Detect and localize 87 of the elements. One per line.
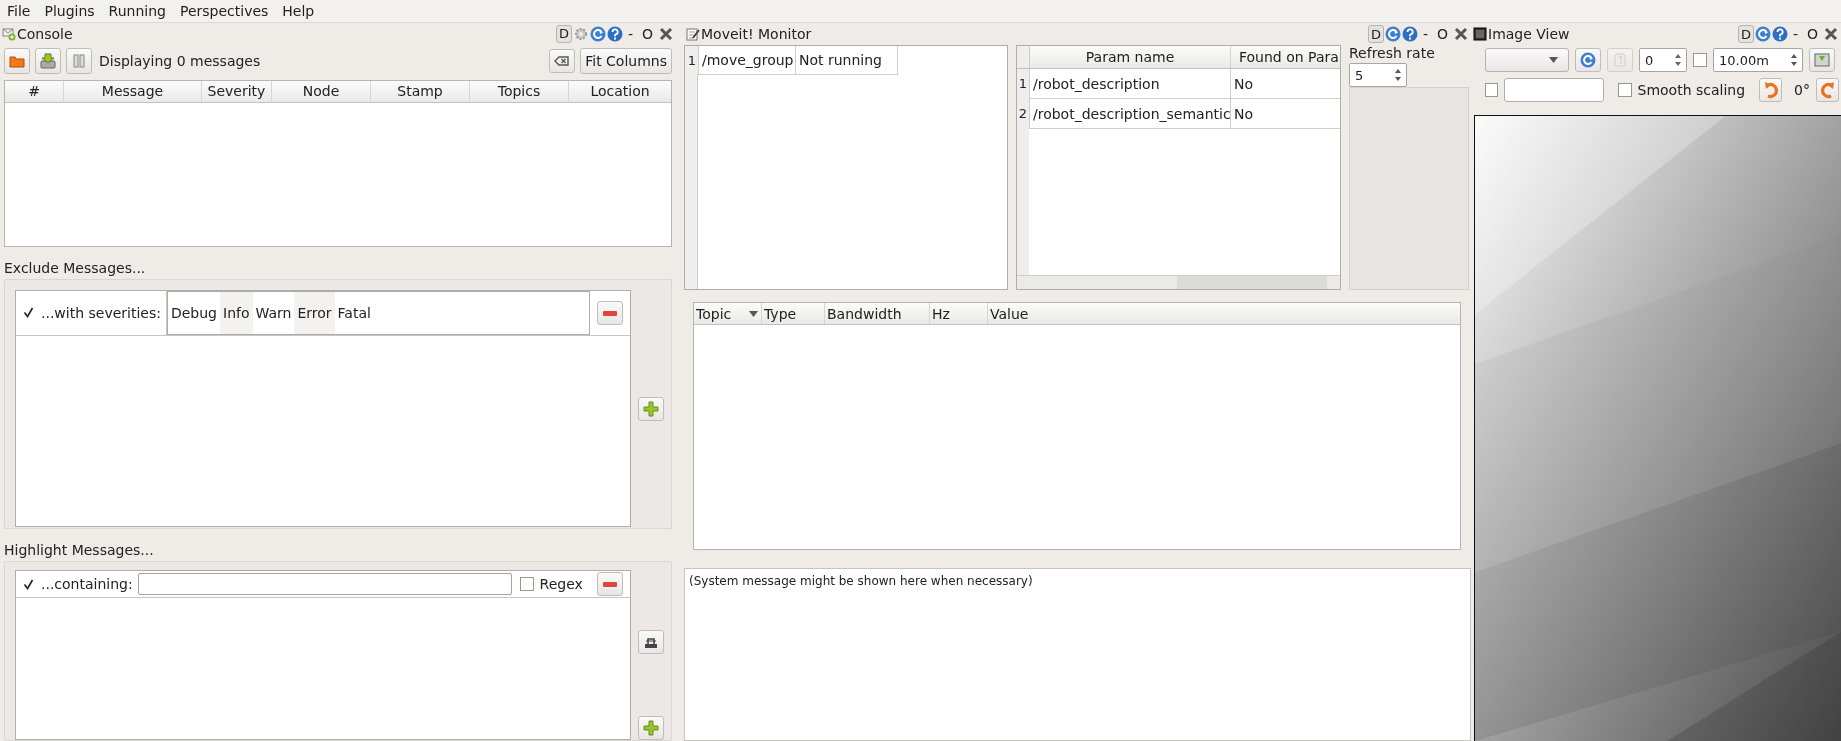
row-number: 1 — [1017, 69, 1030, 98]
spin-box[interactable]: 5 — [1349, 63, 1407, 87]
checkbox[interactable] — [1485, 83, 1498, 97]
minimize-button[interactable]: - — [623, 25, 637, 42]
plus-icon[interactable] — [642, 399, 660, 418]
column-header[interactable]: Bandwidth — [825, 303, 930, 324]
text-field[interactable] — [137, 573, 512, 595]
severity-item[interactable]: Debug — [167, 291, 220, 334]
spin-box[interactable]: 10.00m — [1713, 48, 1803, 72]
close-icon[interactable] — [658, 25, 674, 42]
column-header[interactable]: Message — [64, 80, 202, 102]
column-header[interactable]: Node — [272, 80, 371, 102]
fit-columns-button[interactable]: Fit Columns — [580, 47, 672, 74]
menu-item[interactable]: Running — [103, 2, 171, 20]
image-icon — [1473, 27, 1487, 41]
checkbox[interactable] — [1693, 53, 1707, 67]
menu-item[interactable]: File — [2, 2, 36, 20]
pause-icon[interactable] — [70, 51, 88, 70]
row-number: 1 — [686, 46, 699, 74]
column-header[interactable]: Type — [762, 303, 825, 324]
dock-button[interactable]: D — [1737, 25, 1754, 43]
help-icon[interactable] — [606, 25, 623, 42]
severity-item[interactable]: Fatal — [334, 291, 374, 334]
column-header[interactable]: Hz — [930, 303, 988, 324]
float-button[interactable]: O — [637, 25, 657, 42]
dock-button[interactable]: D — [555, 24, 572, 43]
filter-label: ...with severities: — [41, 304, 161, 321]
help-icon[interactable] — [1401, 26, 1418, 42]
filter-label: ...containing: — [41, 576, 133, 592]
panel-title: Moveit! Monitor — [701, 26, 812, 42]
refresh-icon[interactable] — [1384, 26, 1401, 42]
save-image-icon[interactable] — [1813, 51, 1831, 69]
table-cell-text: No — [1233, 74, 1255, 94]
column-header[interactable]: Topics — [470, 80, 569, 102]
scrollbar[interactable] — [1017, 275, 1340, 289]
regex-label: Regex — [539, 576, 583, 592]
section-title: Exclude Messages... — [3, 258, 147, 278]
refresh-label: Refresh rate — [1349, 45, 1436, 61]
column-header[interactable]: Topic — [694, 303, 762, 324]
dropdown-caret-icon — [1549, 57, 1558, 63]
settings-icon[interactable] — [572, 25, 589, 42]
rotation-label: 0° — [1794, 82, 1810, 98]
panel-title: Image View — [1488, 26, 1570, 42]
column-header[interactable]: Severity — [202, 80, 272, 102]
float-button[interactable]: O — [1802, 26, 1822, 42]
column-header[interactable]: Value — [988, 303, 1460, 324]
help-icon[interactable] — [1771, 26, 1788, 42]
checkbox[interactable] — [519, 577, 534, 591]
column-header[interactable]: Param name — [1030, 46, 1231, 68]
table-cell: /robot_description — [1030, 69, 1231, 98]
minimize-button[interactable]: - — [1418, 26, 1432, 42]
refresh-icon[interactable] — [1754, 26, 1771, 42]
spin-box[interactable]: 0 — [1639, 48, 1687, 72]
column-header[interactable]: Found on Para — [1231, 46, 1340, 68]
menu-item[interactable]: Help — [277, 2, 320, 20]
menu-item[interactable]: Plugins — [39, 2, 100, 20]
table-cell: /robot_description_semantic — [1030, 99, 1231, 128]
menu-item[interactable]: Perspectives — [174, 2, 274, 20]
plus-icon[interactable] — [642, 719, 660, 737]
dock-button[interactable]: D — [1367, 25, 1384, 43]
save-icon[interactable] — [39, 51, 57, 70]
row-number: 2 — [1017, 99, 1030, 128]
panel-title: Console — [17, 25, 73, 42]
close-icon[interactable] — [1823, 26, 1839, 42]
table-cell-text: No — [1233, 104, 1255, 124]
severity-item[interactable]: Error — [294, 291, 335, 334]
severity-item[interactable]: Warn — [252, 291, 295, 334]
console-icon — [2, 26, 16, 41]
checkbox[interactable] — [1617, 83, 1632, 97]
column-header[interactable]: Stamp — [371, 80, 470, 102]
close-icon[interactable] — [1453, 26, 1469, 42]
refresh-icon[interactable] — [1579, 51, 1597, 69]
status-text: Displaying 0 messages — [99, 52, 261, 69]
section-title: Highlight Messages... — [3, 541, 155, 561]
rotate-icon[interactable] — [1818, 81, 1837, 99]
table-cell: /move_group — [699, 46, 796, 74]
column-header[interactable]: # — [5, 80, 64, 102]
float-button[interactable]: O — [1432, 26, 1452, 42]
refresh-icon[interactable] — [589, 25, 606, 42]
severity-item[interactable]: Info — [220, 291, 253, 334]
text-field[interactable] — [1503, 78, 1604, 102]
table-cell: Not running — [796, 46, 898, 74]
edit-icon — [686, 27, 700, 41]
smooth-scaling-label: Smooth scaling — [1637, 82, 1746, 98]
column-header[interactable]: Location — [569, 80, 671, 102]
system-message: (System message might be shown here when necessary) — [684, 568, 1471, 741]
minimize-button[interactable]: - — [1788, 26, 1802, 42]
